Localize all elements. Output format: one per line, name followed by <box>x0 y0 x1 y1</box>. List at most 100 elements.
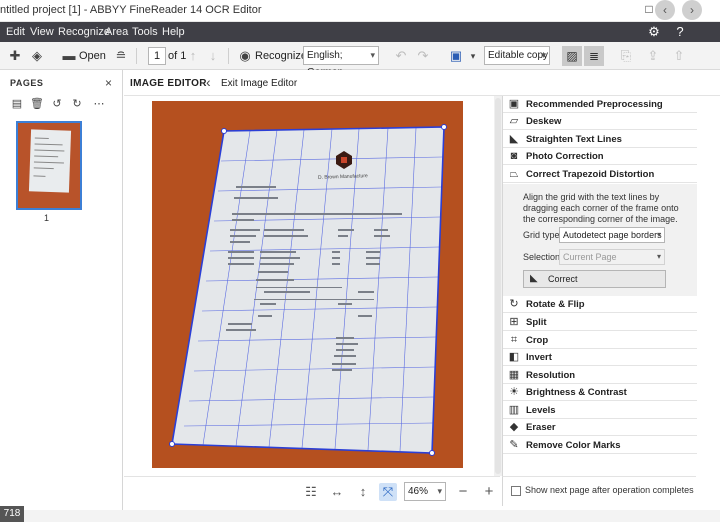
word-icon[interactable]: ▣ <box>447 47 465 65</box>
op-invert[interactable]: ◧ Invert <box>503 349 697 366</box>
language-select[interactable]: English; German ▾ <box>303 46 379 78</box>
main-toolbar: ✚ ◈ ▬ Open ≘ 1 of 1 ↑ ↓ ◉ Recognize Engl… <box>0 42 720 78</box>
op-recommended-preprocessing[interactable]: ▣ Recommended Preprocessing <box>503 96 697 113</box>
menu-recognize[interactable]: Recognize <box>58 26 110 38</box>
trapezoid-grid-overlay[interactable] <box>152 101 463 468</box>
fit-width-icon[interactable]: ↔ <box>328 483 346 501</box>
op-label: Crop <box>526 335 549 346</box>
menu-bar: Edit View Recognize Area Tools Help ⚙ ? <box>0 22 720 42</box>
op-brightness-contrast[interactable]: ☀ Brightness & Contrast <box>503 384 697 401</box>
op-label: Deskew <box>526 116 562 127</box>
next-page-icon[interactable]: ↓ <box>204 47 222 65</box>
operations-panel: ▣ Recommended Preprocessing ▱ Deskew ◣ S… <box>502 96 697 476</box>
status-badge: 718 <box>0 506 24 522</box>
image-view-icon[interactable]: ▨ <box>562 46 582 66</box>
prev-page-icon[interactable]: ↑ <box>184 47 202 65</box>
page-number-input[interactable]: 1 <box>148 47 166 65</box>
selection-value: Current Page <box>563 252 617 262</box>
fit-page-icon[interactable]: ⤧ <box>379 483 397 501</box>
split-icon: ⊞ <box>509 316 519 328</box>
correct-button[interactable]: ◣ Correct <box>523 270 666 288</box>
gear-icon[interactable]: ⚙ <box>646 24 662 40</box>
trapezoid-options: Align the grid with the text lines by dr… <box>503 184 697 299</box>
add-pages-icon[interactable]: ✚ <box>6 47 24 65</box>
delete-icon[interactable]: 🗑 <box>30 97 44 111</box>
op-rotate-flip[interactable]: ↻ Rotate & Flip <box>503 296 697 313</box>
exit-image-editor-link[interactable]: Exit Image Editor <box>221 78 297 89</box>
title-bar: ntitled project [1] - ABBYY FineReader 1… <box>0 0 720 22</box>
rotate-right-icon[interactable]: ↻ <box>70 97 84 111</box>
zoom-out-icon[interactable]: − <box>454 483 472 501</box>
undo-icon[interactable]: ↶ <box>392 47 410 65</box>
menu-edit[interactable]: Edit <box>6 26 25 38</box>
rotate-left-icon[interactable]: ↺ <box>50 97 64 111</box>
op-levels[interactable]: ▥ Levels <box>503 402 697 419</box>
redo-icon[interactable]: ↷ <box>414 47 432 65</box>
toolbar-divider <box>228 48 229 64</box>
selection-select[interactable]: Current Page ▾ <box>559 249 665 265</box>
eraser-icon: ◆ <box>509 421 519 433</box>
export-icon[interactable]: ⇪ <box>644 47 662 65</box>
back-nav-icon[interactable]: ‹ <box>655 0 675 20</box>
text-view-icon[interactable]: ≣ <box>584 46 604 66</box>
fit-options-icon[interactable]: ☷ <box>302 483 320 501</box>
op-crop[interactable]: ⌗ Crop <box>503 332 697 349</box>
menu-area[interactable]: Area <box>105 26 128 38</box>
chevron-down-icon: ▾ <box>370 50 375 60</box>
save-dropdown-icon[interactable]: ▾ <box>464 47 482 65</box>
preprocess-icon: ▣ <box>508 98 520 110</box>
op-photo-correction[interactable]: ◙ Photo Correction <box>503 148 697 165</box>
op-resolution[interactable]: ▦ Resolution <box>503 367 697 384</box>
scanned-page-image[interactable] <box>152 101 463 468</box>
scrollbar-thumb[interactable] <box>495 98 501 474</box>
forward-nav-icon[interactable]: › <box>682 0 702 20</box>
open-button[interactable]: Open <box>79 47 106 65</box>
menu-tools[interactable]: Tools <box>132 26 158 38</box>
image-editor-header: IMAGE EDITOR ‹ Exit Image Editor <box>124 70 720 96</box>
page-thumbnail[interactable] <box>16 121 82 210</box>
grid-type-value: Autodetect page borders <box>563 230 662 240</box>
selection-label: Selection: <box>523 252 563 262</box>
scan-icon[interactable]: ≘ <box>112 47 130 65</box>
trapezoid-icon: ◣ <box>530 273 538 284</box>
vertical-scrollbar[interactable] <box>494 96 502 476</box>
recognize-icon[interactable]: ◉ <box>236 47 254 65</box>
help-icon[interactable]: ? <box>672 24 688 40</box>
op-label: Recommended Preprocessing <box>526 99 663 110</box>
output-mode-value: Editable copy <box>488 50 549 61</box>
document-settings-icon[interactable]: ⎘ <box>617 47 635 65</box>
rotate-icon: ↻ <box>509 298 519 310</box>
show-next-page-checkbox[interactable] <box>511 486 521 496</box>
trapezoid-icon: ⏢ <box>509 168 519 180</box>
share-icon[interactable]: ⇧ <box>670 47 688 65</box>
zoom-select[interactable]: 46% ▾ <box>404 482 446 501</box>
op-label: Split <box>526 317 547 328</box>
more-icon[interactable]: ⋯ <box>92 97 106 111</box>
folder-icon[interactable]: ▬ <box>60 47 78 65</box>
chevron-down-icon: ▾ <box>541 50 546 60</box>
show-next-page-label: Show next page after operation completes <box>525 485 694 495</box>
op-eraser[interactable]: ◆ Eraser <box>503 419 697 436</box>
close-icon[interactable]: × <box>105 76 112 90</box>
op-straighten-text-lines[interactable]: ◣ Straighten Text Lines <box>503 131 697 148</box>
chevron-left-icon[interactable]: ‹ <box>206 74 211 90</box>
levels-icon: ▥ <box>508 404 520 416</box>
zoom-in-icon[interactable]: + <box>480 483 498 501</box>
op-correct-trapezoid-distortion[interactable]: ⏢ Correct Trapezoid Distortion <box>503 166 697 183</box>
op-remove-color-marks[interactable]: ✎ Remove Color Marks <box>503 437 697 454</box>
fit-height-icon[interactable]: ↕ <box>354 483 372 501</box>
menu-help[interactable]: Help <box>162 26 185 38</box>
zoom-value: 46% <box>408 486 429 497</box>
op-split[interactable]: ⊞ Split <box>503 314 697 331</box>
save-icon[interactable]: ▤ <box>10 97 24 111</box>
layers-icon[interactable]: ◈ <box>28 47 46 65</box>
op-deskew[interactable]: ▱ Deskew <box>503 113 697 130</box>
menu-view[interactable]: View <box>30 26 54 38</box>
recognize-button[interactable]: Recognize <box>255 47 307 65</box>
output-mode-select[interactable]: Editable copy ▾ <box>484 46 550 65</box>
chevron-down-icon: ▾ <box>656 230 661 239</box>
resolution-icon: ▦ <box>508 369 520 381</box>
grid-type-select[interactable]: Autodetect page borders ▾ <box>559 227 665 243</box>
pages-header: PAGES <box>10 78 44 88</box>
operations-footer: Show next page after operation completes <box>502 476 696 506</box>
